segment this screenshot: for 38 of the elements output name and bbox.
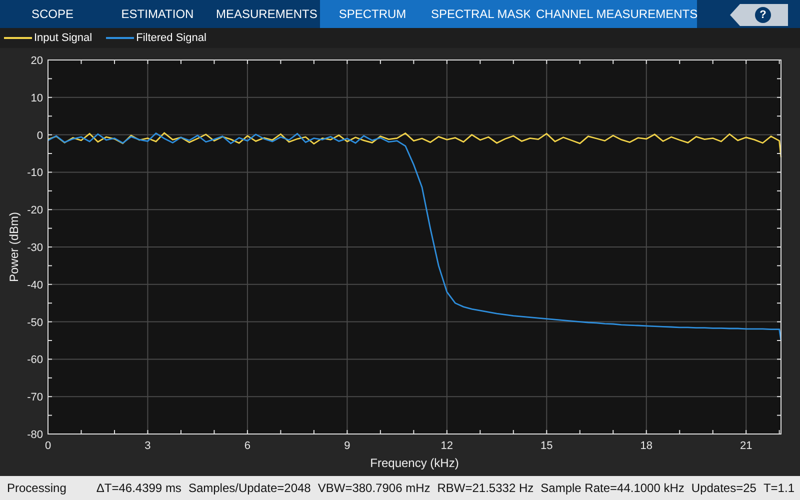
y-tick-label: 10 (30, 92, 43, 104)
status-field: Updates=25 (691, 479, 756, 497)
y-tick-label: 0 (36, 130, 43, 142)
ribbon-tab[interactable]: MEASUREMENTS (210, 0, 320, 28)
x-tick-label: 0 (44, 440, 52, 452)
status-field: VBW=380.7906 mHz (318, 479, 430, 497)
y-tick-label: -30 (27, 242, 43, 254)
status-field: ΔT=46.4399 ms (96, 479, 182, 497)
x-tick-label: 15 (540, 440, 553, 452)
x-tick-label: 9 (344, 440, 350, 452)
y-tick-label: -10 (27, 167, 43, 180)
y-tick-label: -40 (27, 279, 43, 292)
y-tick-label: -50 (27, 316, 43, 329)
y-tick-label: -60 (27, 354, 43, 366)
x-tick-label: 18 (640, 440, 652, 452)
status-field: RBW=21.5332 Hz (437, 479, 534, 497)
status-field: Samples/Update=2048 (188, 479, 311, 497)
ribbon-tab[interactable]: SCOPE (0, 0, 105, 28)
y-axis-label: Power (dBm) (7, 212, 21, 282)
x-tick-label: 12 (440, 440, 454, 452)
status-text: Processing (7, 480, 66, 497)
ribbon-tab[interactable]: SPECTRAL MASK (425, 0, 530, 28)
legend-label: Filtered Signal (136, 32, 206, 44)
status-field: Sample Rate=44.1000 kHz (540, 479, 684, 497)
y-tick-label: 20 (30, 55, 43, 67)
x-axis-label: Frequency (kHz) (370, 456, 459, 470)
ribbon-tab[interactable]: SPECTRUM (320, 0, 425, 28)
y-tick-label: -80 (27, 429, 43, 441)
y-tick-label: -70 (27, 392, 43, 404)
y-tick-label: -20 (27, 204, 43, 217)
help-button[interactable]: ? (730, 4, 788, 26)
x-tick-label: 6 (244, 440, 251, 452)
x-tick-label: 3 (144, 440, 151, 452)
ribbon-tab[interactable]: ESTIMATION (105, 0, 210, 28)
x-tick-label: 21 (740, 440, 752, 452)
status-field: T=1.1 (763, 479, 794, 497)
ribbon-tab[interactable]: CHANNEL MEASUREMENTS (530, 0, 697, 28)
legend-label: Input Signal (34, 32, 92, 44)
